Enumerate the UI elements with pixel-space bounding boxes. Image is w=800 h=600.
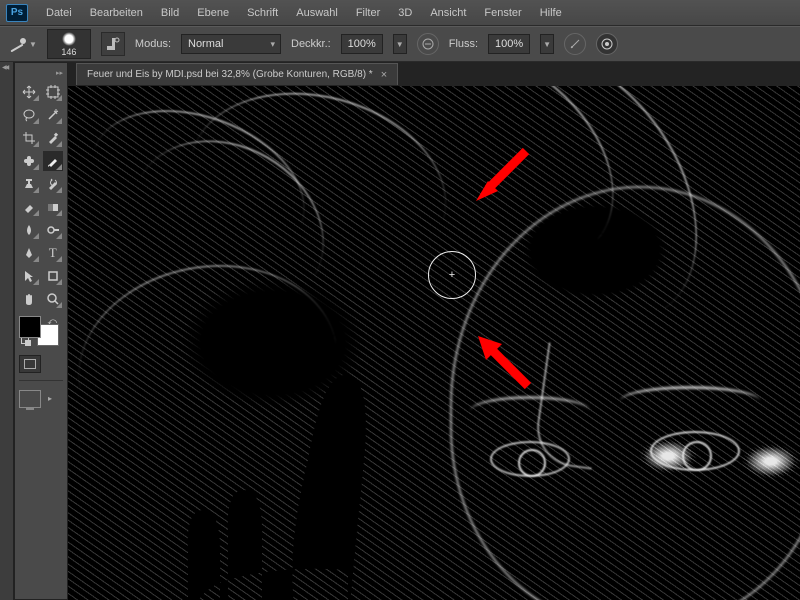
brush-icon <box>8 35 26 53</box>
tool-palette-grip[interactable]: ▸▸ <box>19 69 63 79</box>
shape-tool[interactable] <box>43 266 64 286</box>
menu-select[interactable]: Auswahl <box>288 3 346 23</box>
collapsed-panel-strip[interactable] <box>0 62 14 600</box>
mode-label: Modus: <box>135 38 171 50</box>
menu-window[interactable]: Fenster <box>476 3 529 23</box>
document-area: Feuer und Eis by MDI.psd bei 32,8% (Grob… <box>68 62 800 600</box>
menu-edit[interactable]: Bearbeiten <box>82 3 151 23</box>
blend-mode-value: Normal <box>188 38 223 50</box>
eyedropper-tool[interactable] <box>43 128 64 148</box>
annotation-arrow-top <box>468 141 538 214</box>
quick-mask-toggle[interactable] <box>19 355 41 373</box>
path-selection-tool[interactable] <box>19 266 40 286</box>
opacity-label: Deckkr.: <box>291 38 331 50</box>
brush-settings-button[interactable] <box>101 32 125 56</box>
brush-cursor <box>428 251 476 299</box>
flow-value: 100% <box>495 38 523 50</box>
pen-tool[interactable] <box>19 243 40 263</box>
flow-stepper[interactable]: ▼ <box>540 34 554 54</box>
menu-type[interactable]: Schrift <box>239 3 286 23</box>
flow-field[interactable]: 100% <box>488 34 530 54</box>
hand-tool[interactable] <box>19 289 40 309</box>
menu-help[interactable]: Hilfe <box>532 3 570 23</box>
clone-stamp-tool[interactable] <box>19 174 40 194</box>
airbrush-toggle[interactable] <box>564 33 586 55</box>
document-tab-bar: Feuer und Eis by MDI.psd bei 32,8% (Grob… <box>68 62 800 86</box>
type-tool[interactable]: T <box>43 243 64 263</box>
annotation-arrow-bottom <box>468 326 548 409</box>
size-pressure-toggle[interactable] <box>596 33 618 55</box>
separator <box>19 380 63 381</box>
magic-wand-tool[interactable] <box>43 105 64 125</box>
foreground-color[interactable] <box>19 316 41 338</box>
tool-palette: ▸▸ T <box>14 62 68 600</box>
brush-size-value: 146 <box>61 47 76 57</box>
flow-label: Fluss: <box>449 38 478 50</box>
artboard-tool[interactable] <box>43 82 64 102</box>
tool-preset-picker[interactable]: ▼ <box>8 35 37 53</box>
screen-mode-button[interactable] <box>19 390 41 408</box>
eraser-tool[interactable] <box>19 197 40 217</box>
close-tab-icon[interactable]: × <box>381 69 387 81</box>
brush-tool[interactable] <box>43 151 64 171</box>
document-tab[interactable]: Feuer und Eis by MDI.psd bei 32,8% (Grob… <box>76 63 398 85</box>
crop-tool[interactable] <box>19 128 40 148</box>
menu-filter[interactable]: Filter <box>348 3 388 23</box>
dodge-tool[interactable] <box>43 220 64 240</box>
opacity-stepper[interactable]: ▼ <box>393 34 407 54</box>
main-area: ▸▸ T <box>0 62 800 600</box>
opacity-field[interactable]: 100% <box>341 34 383 54</box>
opacity-pressure-toggle[interactable] <box>417 33 439 55</box>
history-brush-tool[interactable] <box>43 174 64 194</box>
lasso-tool[interactable] <box>19 105 40 125</box>
menu-layer[interactable]: Ebene <box>189 3 237 23</box>
menu-3d[interactable]: 3D <box>390 3 420 23</box>
artwork <box>68 86 800 600</box>
brush-preview-dot <box>62 32 76 46</box>
menu-image[interactable]: Bild <box>153 3 187 23</box>
chevron-down-icon: ▼ <box>29 40 37 49</box>
painted-mask-region <box>148 310 408 600</box>
color-swatches[interactable]: ⤺ <box>19 316 59 346</box>
move-tool[interactable] <box>19 82 40 102</box>
blur-tool[interactable] <box>19 220 40 240</box>
opacity-value: 100% <box>348 38 376 50</box>
brush-preset-picker[interactable]: 146 <box>47 29 91 59</box>
options-bar: ▼ 146 Modus: Normal Deckkr.: 100% ▼ Flus… <box>0 26 800 62</box>
gradient-tool[interactable] <box>43 197 64 217</box>
blend-mode-dropdown[interactable]: Normal <box>181 34 281 54</box>
zoom-tool[interactable] <box>43 289 64 309</box>
canvas[interactable] <box>68 86 800 600</box>
screen-mode-chevron[interactable]: ▸ <box>44 388 56 408</box>
app-logo: Ps <box>6 4 28 22</box>
healing-brush-tool[interactable] <box>19 151 40 171</box>
menu-bar: Ps Datei Bearbeiten Bild Ebene Schrift A… <box>0 0 800 26</box>
menu-file[interactable]: Datei <box>38 3 80 23</box>
menu-view[interactable]: Ansicht <box>422 3 474 23</box>
document-title: Feuer und Eis by MDI.psd bei 32,8% (Grob… <box>87 69 373 80</box>
